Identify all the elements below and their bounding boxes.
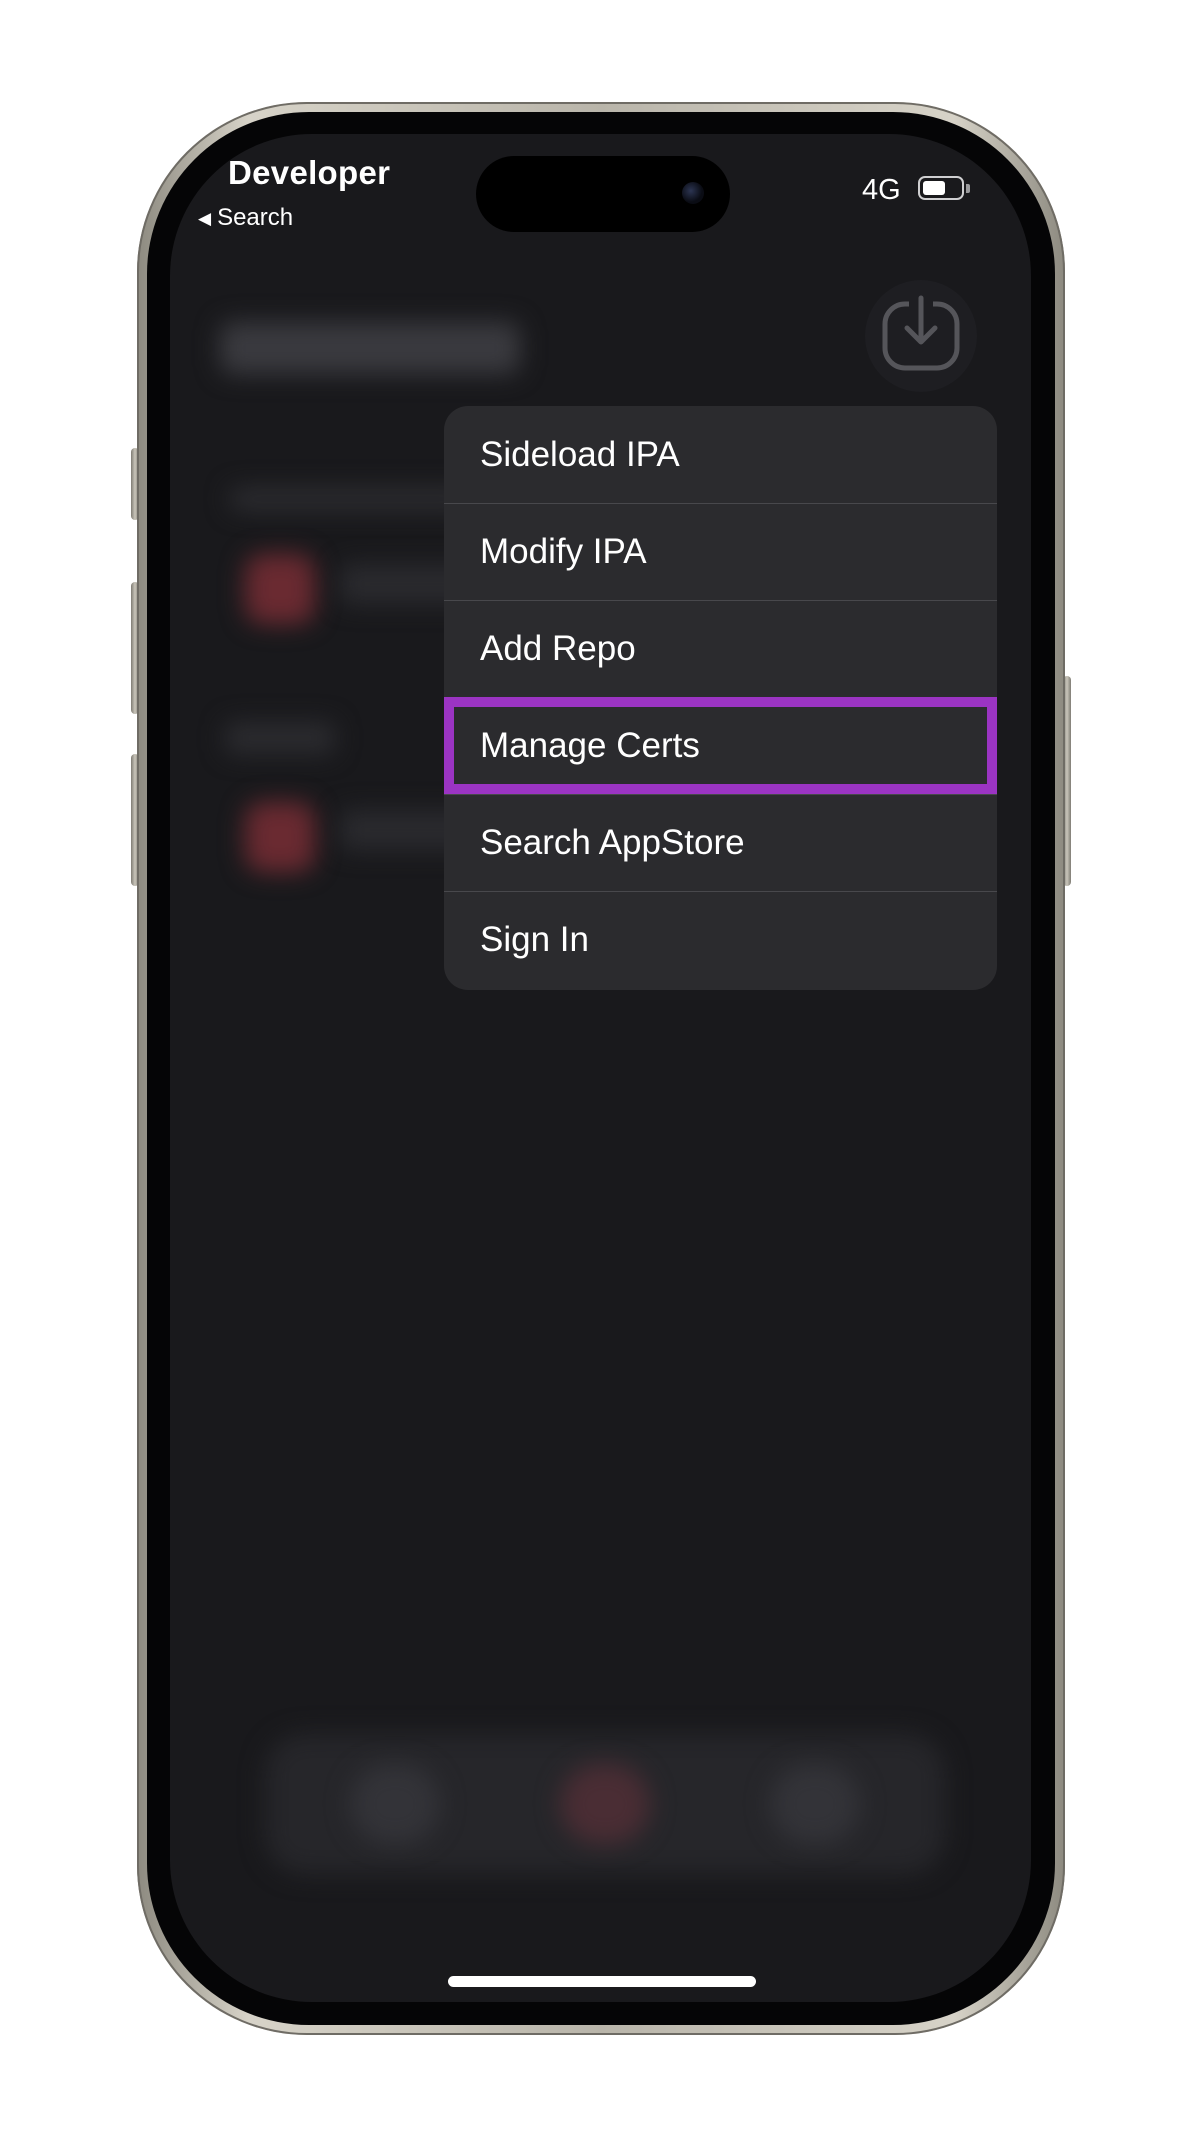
page: Developer ◀ Search 4G Sideload IPA Modif…: [0, 0, 1200, 2133]
battery-level: [923, 181, 945, 195]
download-tray-icon: [882, 294, 960, 371]
blurred-page-title: [220, 322, 520, 374]
menu-item-label: Modify IPA: [480, 532, 647, 571]
blurred-app-icon: [245, 802, 315, 872]
menu-item-modify-ipa[interactable]: Modify IPA: [444, 503, 997, 600]
blurred-app-icon: [245, 554, 315, 624]
menu-item-manage-certs[interactable]: Manage Certs: [444, 697, 997, 794]
back-to-search-link[interactable]: ◀ Search: [198, 204, 293, 232]
back-arrow-icon: ◀: [198, 208, 212, 228]
battery-icon: [918, 176, 964, 200]
battery-tip: [966, 184, 970, 193]
download-button[interactable]: [865, 280, 977, 392]
blurred-tab-item: [560, 1764, 650, 1844]
blurred-section-header: [225, 722, 335, 754]
dynamic-island: [476, 156, 730, 232]
phone-screen: Developer ◀ Search 4G Sideload IPA Modif…: [170, 134, 1031, 2002]
menu-item-sideload-ipa[interactable]: Sideload IPA: [444, 406, 997, 503]
menu-item-label: Sideload IPA: [480, 434, 680, 474]
blurred-section-header: [230, 488, 470, 510]
menu-item-label: Add Repo: [480, 629, 636, 668]
back-label: Search: [217, 204, 294, 231]
menu-item-search-appstore[interactable]: Search AppStore: [444, 794, 997, 891]
menu-item-label: Search AppStore: [480, 823, 745, 862]
status-app-title: Developer: [228, 154, 391, 191]
context-menu: Sideload IPA Modify IPA Add Repo Manage …: [444, 406, 997, 990]
home-indicator[interactable]: [448, 1976, 756, 1987]
blurred-tab-item: [770, 1764, 860, 1844]
front-camera-icon: [682, 182, 704, 204]
menu-item-add-repo[interactable]: Add Repo: [444, 600, 997, 697]
menu-item-label: Manage Certs: [480, 726, 700, 765]
menu-item-sign-in[interactable]: Sign In: [444, 891, 997, 988]
network-indicator: 4G: [862, 174, 901, 206]
blurred-tab-item: [350, 1764, 440, 1844]
menu-item-label: Sign In: [480, 920, 589, 959]
